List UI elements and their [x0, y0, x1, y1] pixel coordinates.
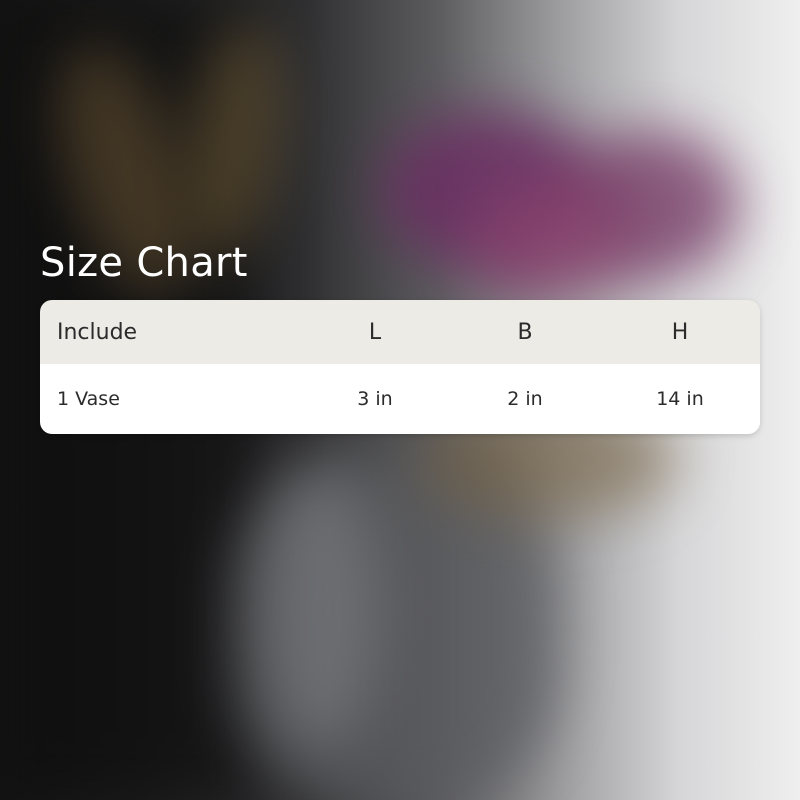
- cell-length: 3 in: [357, 388, 393, 410]
- cell-include: 1 Vase: [57, 388, 120, 410]
- cell-breadth: 2 in: [507, 388, 543, 410]
- table-header-row: Include L B H: [40, 300, 760, 364]
- table-row: 1 Vase 3 in 2 in 14 in: [40, 364, 760, 434]
- header-height: H: [671, 319, 689, 345]
- header-length: L: [368, 319, 382, 345]
- header-breadth: B: [517, 319, 533, 345]
- size-chart-table: Include L B H 1 Vase 3 in 2 in 14 in: [40, 300, 760, 434]
- cell-height: 14 in: [656, 388, 704, 410]
- size-chart-title: Size Chart: [40, 240, 248, 286]
- header-include: Include: [57, 319, 138, 345]
